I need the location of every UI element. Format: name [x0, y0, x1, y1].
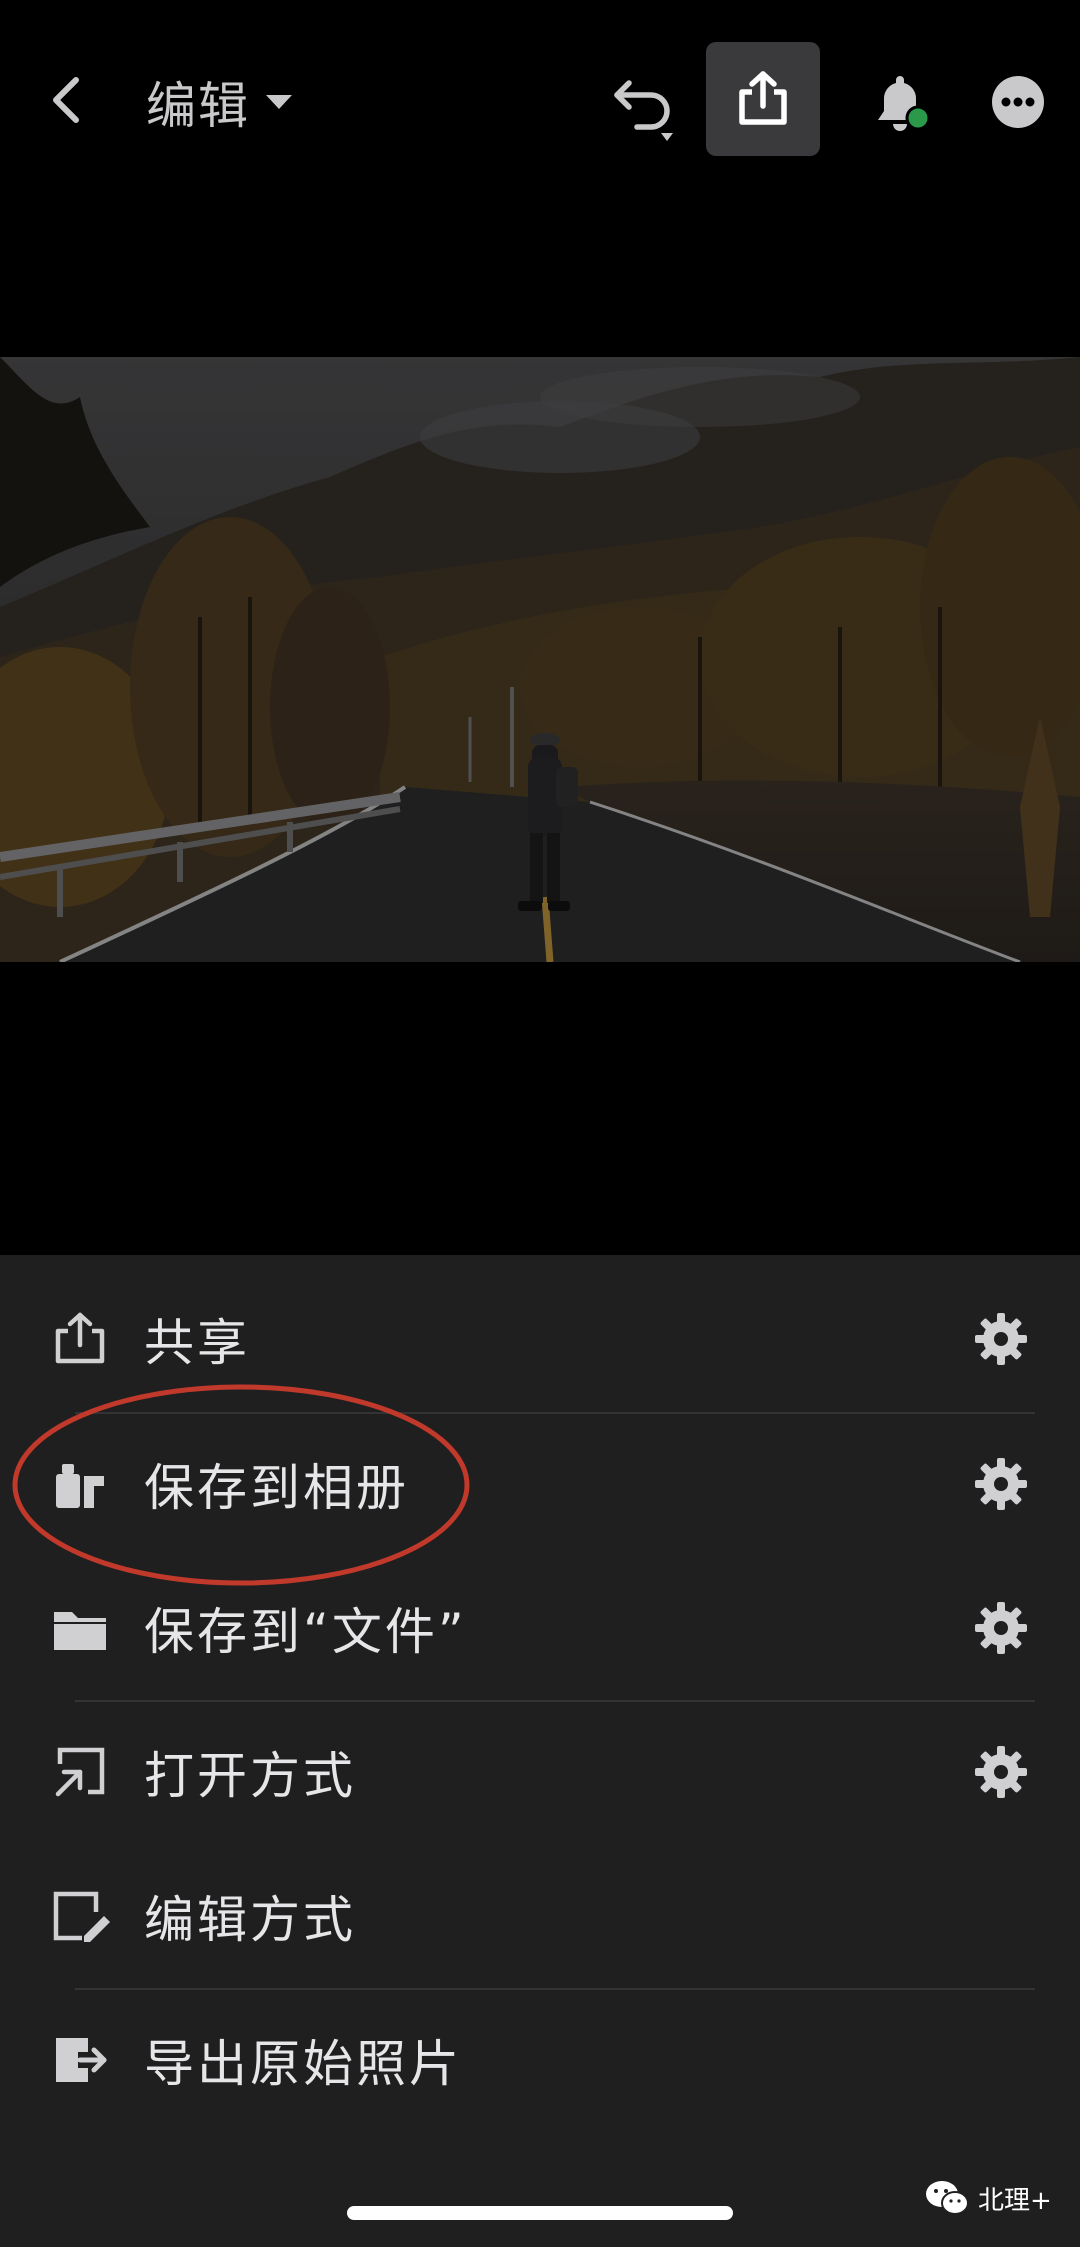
more-icon [992, 76, 1044, 128]
menu-item-save-to-camera-roll[interactable]: 保存到相册 [0, 1412, 1080, 1556]
share-icon [739, 71, 787, 125]
menu-item-share[interactable]: 共享 [0, 1267, 1080, 1411]
undo-icon [614, 80, 673, 141]
menu-item-label: 编辑方式 [144, 1891, 356, 1949]
gear-icon[interactable] [970, 1453, 1032, 1515]
export-original-icon [48, 2028, 112, 2092]
folder-icon [48, 1596, 112, 1660]
watermark-text: 北理+ [978, 2185, 1052, 2216]
wechat-icon [926, 2181, 969, 2215]
back-button[interactable] [36, 60, 96, 140]
menu-item-export-original[interactable]: 导出原始照片 [0, 1988, 1080, 2132]
more-button[interactable] [978, 62, 1058, 142]
menu-item-open-in[interactable]: 打开方式 [0, 1700, 1080, 1844]
menu-item-label: 保存到“文件” [144, 1603, 467, 1661]
lightroom-screen: 编辑 共享 保存到相册 保存到“文件” 打开方式 编辑方式 导出原始照片 北理+ [0, 0, 1080, 2247]
share-icon [48, 1307, 112, 1371]
home-indicator[interactable] [347, 2206, 733, 2220]
camera-roll-icon [48, 1452, 112, 1516]
watermark: 北理+ [924, 2176, 1052, 2220]
menu-item-label: 导出原始照片 [144, 2035, 462, 2093]
menu-item-label: 共享 [144, 1314, 250, 1372]
top-bar: 编辑 [0, 0, 1080, 200]
gear-icon[interactable] [970, 1308, 1032, 1370]
undo-button[interactable] [598, 62, 688, 152]
bell-icon [878, 76, 931, 131]
landscape-photo [0, 357, 1080, 962]
photo-preview[interactable] [0, 357, 1080, 962]
menu-item-label: 保存到相册 [144, 1459, 409, 1517]
menu-item-label: 打开方式 [144, 1747, 356, 1805]
mode-selector[interactable]: 编辑 [146, 62, 294, 142]
menu-item-save-to-files[interactable]: 保存到“文件” [0, 1556, 1080, 1700]
menu-item-edit-in[interactable]: 编辑方式 [0, 1844, 1080, 1988]
edit-in-icon [48, 1884, 112, 1948]
page-title: 编辑 [146, 77, 250, 135]
gear-icon[interactable] [970, 1597, 1032, 1659]
gear-icon[interactable] [970, 1741, 1032, 1803]
open-in-icon [48, 1740, 112, 1804]
chevron-left-icon [53, 77, 79, 123]
caret-down-icon [266, 95, 292, 109]
notifications-button[interactable] [856, 62, 946, 152]
export-menu: 共享 保存到相册 保存到“文件” 打开方式 编辑方式 导出原始照片 [0, 1255, 1080, 2247]
share-button[interactable] [706, 42, 820, 156]
